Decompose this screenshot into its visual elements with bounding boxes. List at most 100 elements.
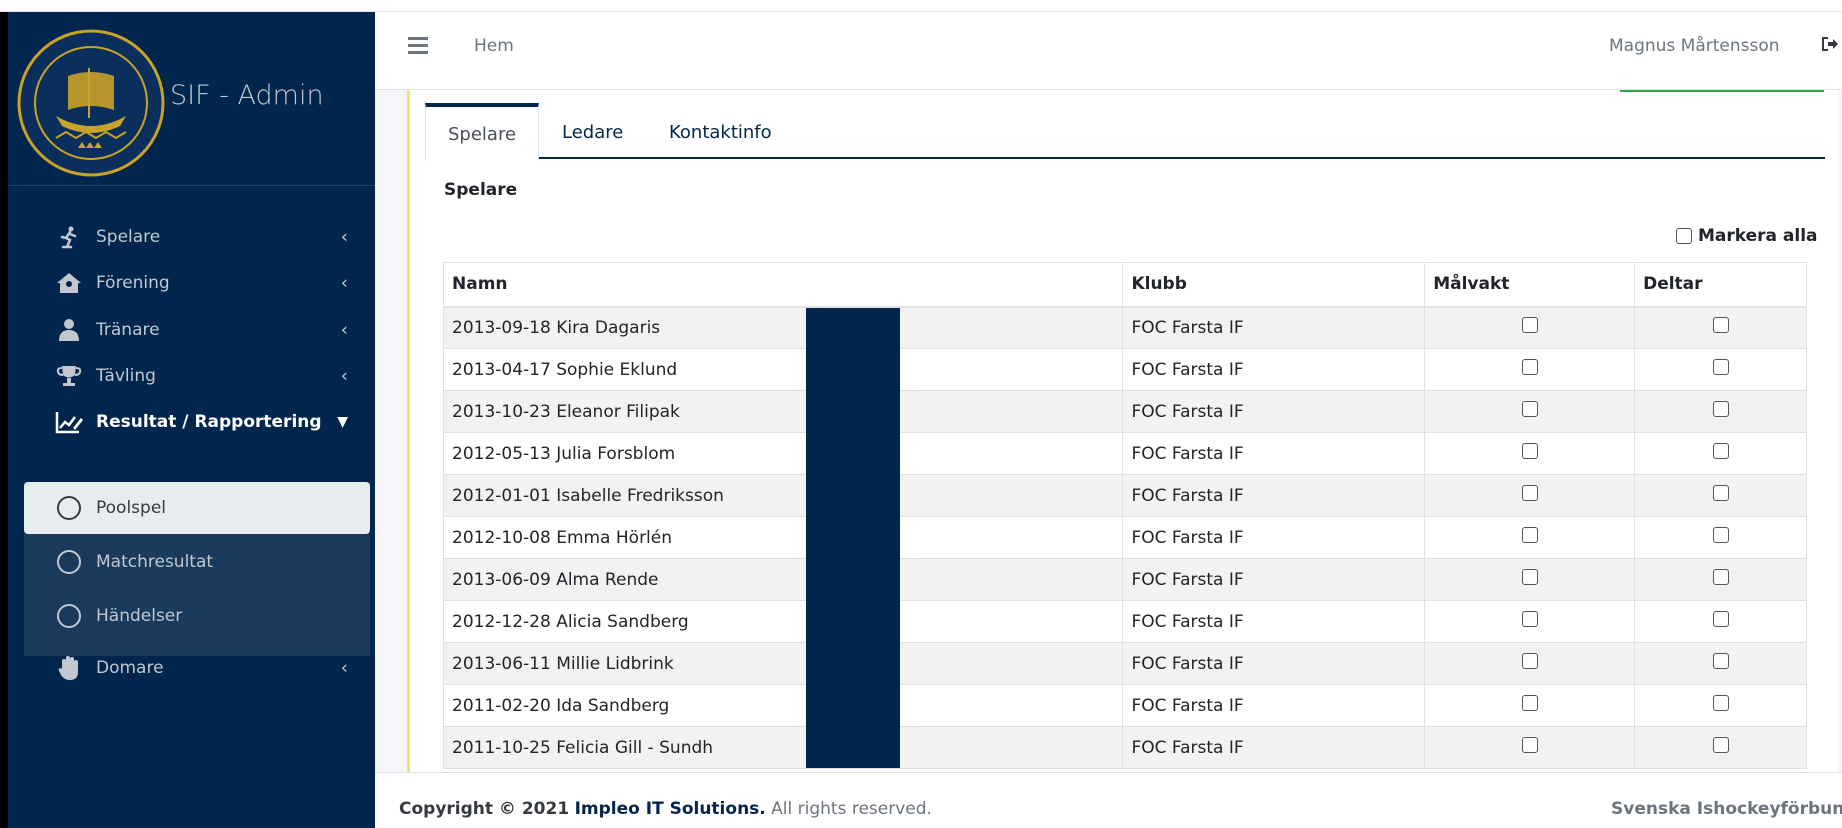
sidebar-item-label: Förening (96, 273, 170, 293)
circle-icon (54, 604, 84, 628)
goalie-cell (1424, 600, 1636, 643)
copyright: Copyright © 2021 Impleo IT Solutions. Al… (399, 799, 932, 819)
goalie-checkbox[interactable] (1521, 359, 1538, 375)
sidebar-item-tavling[interactable]: Tävling ‹ (24, 350, 370, 402)
player-club: FOC Farsta IF (1122, 516, 1426, 559)
goalie-cell (1424, 684, 1636, 727)
column-header-klubb[interactable]: Klubb (1122, 262, 1426, 308)
player-name: 2013-04-17 Sophie Eklund (442, 348, 1124, 391)
circle-icon (54, 550, 84, 574)
goalie-cell (1424, 474, 1636, 517)
player-name: 2011-10-25 Felicia Gill - Sundh (442, 726, 1124, 769)
goalie-checkbox[interactable] (1521, 569, 1538, 585)
participates-checkbox[interactable] (1712, 611, 1729, 627)
participates-cell (1634, 516, 1807, 559)
table-row: 2012-10-08 Emma Hörlén FOC Farsta IF (442, 516, 1807, 559)
goalie-cell (1424, 306, 1636, 349)
participates-cell (1634, 558, 1807, 601)
table-row: 2012-05-13 Julia Forsblom FOC Farsta IF (442, 432, 1807, 475)
trophy-icon (54, 364, 84, 388)
participates-checkbox[interactable] (1712, 737, 1729, 753)
column-header-deltar[interactable]: Deltar (1634, 262, 1807, 308)
tab-spelare[interactable]: Spelare (425, 103, 540, 161)
participates-cell (1634, 642, 1807, 685)
goalie-checkbox[interactable] (1521, 317, 1538, 334)
participates-checkbox[interactable] (1712, 485, 1729, 501)
sidebar-item-label: Tävling (96, 366, 156, 386)
participates-checkbox[interactable] (1712, 569, 1729, 585)
goalie-checkbox[interactable] (1521, 653, 1538, 669)
goalie-checkbox[interactable] (1521, 527, 1538, 543)
top-navbar: Hem Magnus Mårtensson (375, 12, 1842, 90)
participates-checkbox[interactable] (1712, 443, 1729, 459)
table-row: 2012-12-28 Alicia Sandberg FOC Farsta IF (442, 600, 1807, 643)
tab-kontaktinfo[interactable]: Kontaktinfo (669, 103, 772, 161)
participates-checkbox[interactable] (1712, 527, 1729, 543)
participates-cell (1634, 432, 1807, 475)
sidebar-item-label: Tränare (96, 320, 160, 340)
participates-checkbox[interactable] (1712, 653, 1729, 669)
table-row: 2013-04-17 Sophie Eklund FOC Farsta IF (442, 348, 1807, 391)
sidebar-subitem-label: Poolspel (96, 498, 167, 518)
players-table: Namn Klubb Målvakt Deltar 2013-09-18 Kir… (442, 262, 1807, 769)
sidebar-subitem-handelser[interactable]: Händelser (24, 590, 370, 642)
table-row: 2013-09-18 Kira Dagaris FOC Farsta IF (442, 306, 1807, 349)
player-club: FOC Farsta IF (1122, 726, 1426, 769)
company-link[interactable]: Impleo IT Solutions. (575, 799, 766, 819)
player-club: FOC Farsta IF (1122, 558, 1426, 601)
participates-checkbox[interactable] (1712, 401, 1729, 417)
goalie-checkbox[interactable] (1521, 401, 1538, 417)
left-edge (0, 12, 8, 828)
player-name: 2013-06-09 Alma Rende (442, 558, 1124, 601)
participates-cell (1634, 726, 1807, 769)
sidebar-subitem-poolspel[interactable]: Poolspel (24, 482, 370, 534)
sidebar-subitem-label: Matchresultat (96, 552, 214, 572)
goalie-checkbox[interactable] (1521, 611, 1538, 627)
chevron-left-icon: ‹ (340, 319, 348, 341)
sidebar-subitem-matchresultat[interactable]: Matchresultat (24, 536, 370, 588)
sidebar-item-spelare[interactable]: Spelare ‹ (24, 211, 370, 263)
sif-logo (17, 29, 165, 177)
house-icon (54, 272, 84, 294)
sidebar-item-resultat[interactable]: Resultat / Rapportering ▼ (24, 396, 370, 448)
participates-checkbox[interactable] (1712, 695, 1729, 711)
goalie-checkbox[interactable] (1521, 485, 1538, 501)
tab-ledare[interactable]: Ledare (562, 103, 623, 161)
participates-checkbox[interactable] (1712, 359, 1729, 375)
player-club: FOC Farsta IF (1122, 684, 1426, 727)
brand-title: SIF - Admin (170, 80, 324, 111)
sidebar-item-tranare[interactable]: Tränare ‹ (24, 304, 370, 356)
player-name: 2012-12-28 Alicia Sandberg (442, 600, 1124, 643)
participates-checkbox[interactable] (1712, 317, 1729, 334)
user-name[interactable]: Magnus Mårtensson (1609, 36, 1780, 56)
select-all[interactable]: Markera alla (1676, 226, 1818, 246)
breadcrumb-home[interactable]: Hem (474, 36, 514, 56)
hand-icon (54, 655, 84, 681)
goalie-cell (1424, 642, 1636, 685)
participates-cell (1634, 390, 1807, 433)
select-all-checkbox[interactable] (1676, 228, 1692, 244)
goalie-checkbox[interactable] (1521, 695, 1538, 711)
table-row: 2013-10-23 Eleanor Filipak FOC Farsta IF (442, 390, 1807, 433)
goalie-checkbox[interactable] (1521, 737, 1538, 753)
participates-cell (1634, 684, 1807, 727)
rights-text: All rights reserved. (771, 799, 932, 819)
sidebar-item-label: Resultat / Rapportering (96, 412, 322, 432)
green-accent-line (1620, 90, 1824, 92)
footer-org-name: Svenska Ishockeyförbunde (1611, 799, 1842, 819)
table-row: 2012-01-01 Isabelle Fredriksson FOC Farst… (442, 474, 1807, 517)
logout-icon[interactable] (1821, 36, 1839, 57)
participates-cell (1634, 348, 1807, 391)
column-header-namn[interactable]: Namn (442, 262, 1124, 308)
player-club: FOC Farsta IF (1122, 390, 1426, 433)
sidebar-item-forening[interactable]: Förening ‹ (24, 257, 370, 309)
goalie-checkbox[interactable] (1521, 443, 1538, 459)
chevron-left-icon: ‹ (340, 657, 348, 679)
circle-icon (54, 496, 84, 520)
copyright-prefix: Copyright © 2021 (399, 799, 570, 819)
column-header-malvakt[interactable]: Målvakt (1424, 262, 1636, 308)
brand[interactable]: SIF - Admin (8, 12, 375, 186)
sidebar-item-domare[interactable]: Domare ‹ (24, 642, 370, 694)
menu-toggle-icon[interactable] (408, 37, 428, 54)
player-name: 2013-06-11 Millie Lidbrink (442, 642, 1124, 685)
